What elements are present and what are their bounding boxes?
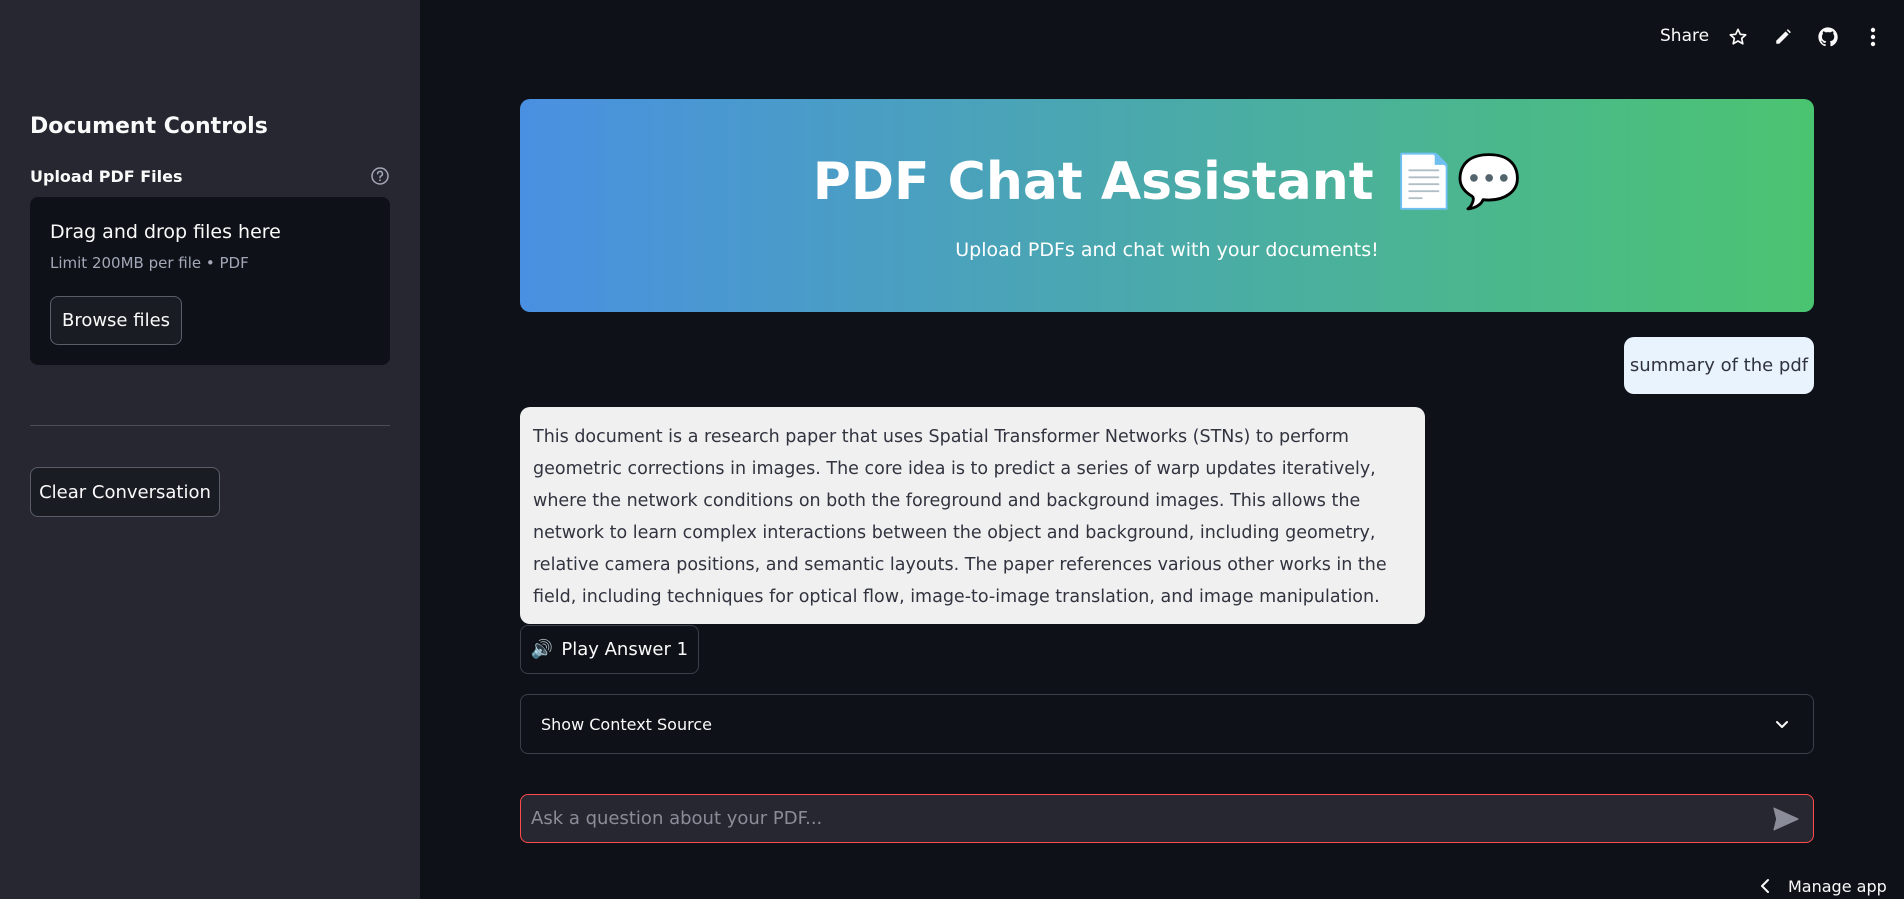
github-icon[interactable]: [1817, 26, 1839, 48]
context-source-expander[interactable]: Show Context Source: [520, 694, 1814, 754]
chevron-down-icon: [1776, 721, 1788, 728]
page-subtitle: Upload PDFs and chat with your documents…: [955, 239, 1379, 261]
sidebar: Document Controls Upload PDF Files Drag …: [0, 0, 420, 899]
pencil-icon[interactable]: [1772, 26, 1794, 48]
manage-app-label: Manage app: [1788, 876, 1887, 896]
star-icon[interactable]: [1727, 26, 1749, 48]
dropzone-title: Drag and drop files here: [50, 221, 281, 243]
play-answer-label: Play Answer 1: [561, 639, 689, 660]
user-message: summary of the pdf: [1624, 337, 1814, 394]
chat-input[interactable]: [531, 795, 1731, 842]
speaker-icon: 🔊: [530, 639, 554, 660]
sidebar-divider: [30, 425, 390, 426]
clear-conversation-button[interactable]: Clear Conversation: [30, 467, 220, 517]
page-title: PDF Chat Assistant 📄💬: [812, 152, 1522, 212]
assistant-message: This document is a research paper that u…: [520, 407, 1425, 624]
header-banner: PDF Chat Assistant 📄💬 Upload PDFs and ch…: [520, 99, 1814, 312]
chat-input-container: [520, 794, 1814, 843]
share-button[interactable]: Share: [1660, 26, 1709, 46]
help-icon[interactable]: [370, 166, 390, 186]
file-dropzone[interactable]: Drag and drop files here Limit 200MB per…: [30, 197, 390, 365]
expander-label: Show Context Source: [541, 715, 712, 734]
browse-files-button[interactable]: Browse files: [50, 296, 182, 345]
manage-app-button[interactable]: Manage app: [1760, 876, 1887, 896]
upload-label: Upload PDF Files: [30, 167, 183, 186]
dropzone-limit: Limit 200MB per file • PDF: [50, 254, 249, 272]
chevron-left-icon: [1761, 879, 1769, 893]
play-answer-button[interactable]: 🔊 Play Answer 1: [520, 625, 699, 674]
sidebar-title: Document Controls: [30, 114, 268, 139]
more-vertical-icon[interactable]: [1862, 26, 1884, 48]
send-icon[interactable]: [1773, 807, 1799, 831]
